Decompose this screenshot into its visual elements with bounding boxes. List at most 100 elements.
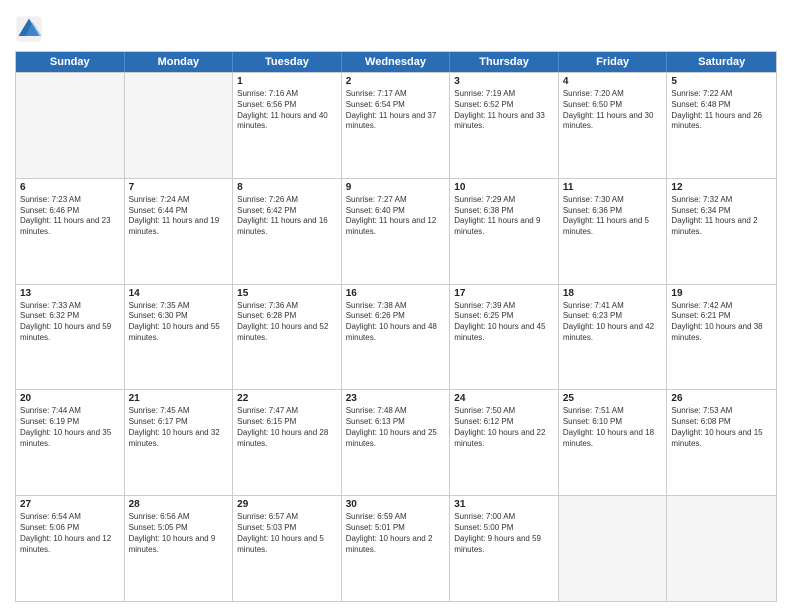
day-number: 30 (346, 499, 446, 510)
weekday-header: Monday (125, 52, 234, 72)
page: SundayMondayTuesdayWednesdayThursdayFrid… (0, 0, 792, 612)
calendar-cell: 25 Sunrise: 7:51 AM Sunset: 6:10 PM Dayli… (559, 390, 668, 495)
day-info: Sunrise: 6:59 AM Sunset: 5:01 PM Dayligh… (346, 512, 446, 555)
day-info: Sunrise: 7:44 AM Sunset: 6:19 PM Dayligh… (20, 406, 120, 449)
weekday-header: Saturday (667, 52, 776, 72)
day-number: 14 (129, 288, 229, 299)
day-number: 5 (671, 76, 772, 87)
day-number: 25 (563, 393, 663, 404)
calendar-cell: 24 Sunrise: 7:50 AM Sunset: 6:12 PM Dayli… (450, 390, 559, 495)
day-info: Sunrise: 7:26 AM Sunset: 6:42 PM Dayligh… (237, 195, 337, 238)
day-number: 28 (129, 499, 229, 510)
day-number: 6 (20, 182, 120, 193)
calendar-cell: 3 Sunrise: 7:19 AM Sunset: 6:52 PM Daylig… (450, 73, 559, 178)
calendar-cell: 19 Sunrise: 7:42 AM Sunset: 6:21 PM Dayli… (667, 285, 776, 390)
day-number: 8 (237, 182, 337, 193)
calendar-cell (559, 496, 668, 601)
day-number: 1 (237, 76, 337, 87)
day-number: 23 (346, 393, 446, 404)
day-info: Sunrise: 7:41 AM Sunset: 6:23 PM Dayligh… (563, 301, 663, 344)
calendar-row: 27Sunrise: 6:54 AM Sunset: 5:06 PM Dayli… (16, 495, 776, 601)
day-info: Sunrise: 7:47 AM Sunset: 6:15 PM Dayligh… (237, 406, 337, 449)
calendar-header: SundayMondayTuesdayWednesdayThursdayFrid… (16, 52, 776, 72)
day-number: 18 (563, 288, 663, 299)
calendar-cell: 15 Sunrise: 7:36 AM Sunset: 6:28 PM Dayli… (233, 285, 342, 390)
day-number: 9 (346, 182, 446, 193)
day-info: Sunrise: 7:27 AM Sunset: 6:40 PM Dayligh… (346, 195, 446, 238)
day-number: 24 (454, 393, 554, 404)
calendar-cell: 22 Sunrise: 7:47 AM Sunset: 6:15 PM Dayli… (233, 390, 342, 495)
day-info: Sunrise: 7:45 AM Sunset: 6:17 PM Dayligh… (129, 406, 229, 449)
day-info: Sunrise: 7:39 AM Sunset: 6:25 PM Dayligh… (454, 301, 554, 344)
day-number: 31 (454, 499, 554, 510)
day-info: Sunrise: 7:51 AM Sunset: 6:10 PM Dayligh… (563, 406, 663, 449)
day-info: Sunrise: 7:38 AM Sunset: 6:26 PM Dayligh… (346, 301, 446, 344)
calendar-cell: 17 Sunrise: 7:39 AM Sunset: 6:25 PM Dayli… (450, 285, 559, 390)
day-info: Sunrise: 7:35 AM Sunset: 6:30 PM Dayligh… (129, 301, 229, 344)
calendar: SundayMondayTuesdayWednesdayThursdayFrid… (15, 51, 777, 602)
calendar-cell: 30 Sunrise: 6:59 AM Sunset: 5:01 PM Dayli… (342, 496, 451, 601)
calendar-cell: 21Sunrise: 7:45 AM Sunset: 6:17 PM Dayli… (125, 390, 234, 495)
calendar-cell: 26Sunrise: 7:53 AM Sunset: 6:08 PM Dayli… (667, 390, 776, 495)
day-info: Sunrise: 7:24 AM Sunset: 6:44 PM Dayligh… (129, 195, 229, 238)
day-number: 2 (346, 76, 446, 87)
calendar-cell: 29 Sunrise: 6:57 AM Sunset: 5:03 PM Dayli… (233, 496, 342, 601)
day-info: Sunrise: 7:33 AM Sunset: 6:32 PM Dayligh… (20, 301, 120, 344)
calendar-cell: 27Sunrise: 6:54 AM Sunset: 5:06 PM Dayli… (16, 496, 125, 601)
day-number: 13 (20, 288, 120, 299)
day-info: Sunrise: 7:50 AM Sunset: 6:12 PM Dayligh… (454, 406, 554, 449)
day-info: Sunrise: 7:16 AM Sunset: 6:56 PM Dayligh… (237, 89, 337, 132)
calendar-cell: 20 Sunrise: 7:44 AM Sunset: 6:19 PM Dayli… (16, 390, 125, 495)
calendar-cell: 8 Sunrise: 7:26 AM Sunset: 6:42 PM Daylig… (233, 179, 342, 284)
day-number: 29 (237, 499, 337, 510)
logo-icon (15, 15, 43, 43)
day-number: 19 (671, 288, 772, 299)
day-info: Sunrise: 7:00 AM Sunset: 5:00 PM Dayligh… (454, 512, 554, 555)
calendar-cell: 9 Sunrise: 7:27 AM Sunset: 6:40 PM Daylig… (342, 179, 451, 284)
calendar-cell: 18 Sunrise: 7:41 AM Sunset: 6:23 PM Dayli… (559, 285, 668, 390)
calendar-cell: 4Sunrise: 7:20 AM Sunset: 6:50 PM Daylig… (559, 73, 668, 178)
weekday-header: Friday (559, 52, 668, 72)
calendar-cell: 12 Sunrise: 7:32 AM Sunset: 6:34 PM Dayli… (667, 179, 776, 284)
day-number: 20 (20, 393, 120, 404)
calendar-cell: 23Sunrise: 7:48 AM Sunset: 6:13 PM Dayli… (342, 390, 451, 495)
calendar-cell: 13 Sunrise: 7:33 AM Sunset: 6:32 PM Dayli… (16, 285, 125, 390)
day-info: Sunrise: 7:22 AM Sunset: 6:48 PM Dayligh… (671, 89, 772, 132)
day-number: 26 (671, 393, 772, 404)
calendar-cell: 31 Sunrise: 7:00 AM Sunset: 5:00 PM Dayli… (450, 496, 559, 601)
day-number: 15 (237, 288, 337, 299)
day-number: 12 (671, 182, 772, 193)
day-info: Sunrise: 7:30 AM Sunset: 6:36 PM Dayligh… (563, 195, 663, 238)
day-info: Sunrise: 7:36 AM Sunset: 6:28 PM Dayligh… (237, 301, 337, 344)
calendar-row: 13 Sunrise: 7:33 AM Sunset: 6:32 PM Dayli… (16, 284, 776, 390)
calendar-cell: 10Sunrise: 7:29 AM Sunset: 6:38 PM Dayli… (450, 179, 559, 284)
weekday-header: Wednesday (342, 52, 451, 72)
day-number: 17 (454, 288, 554, 299)
day-info: Sunrise: 7:42 AM Sunset: 6:21 PM Dayligh… (671, 301, 772, 344)
calendar-cell (667, 496, 776, 601)
day-info: Sunrise: 6:56 AM Sunset: 5:05 PM Dayligh… (129, 512, 229, 555)
calendar-cell: 28 Sunrise: 6:56 AM Sunset: 5:05 PM Dayli… (125, 496, 234, 601)
calendar-body: 1 Sunrise: 7:16 AM Sunset: 6:56 PM Daylig… (16, 72, 776, 601)
day-info: Sunrise: 7:23 AM Sunset: 6:46 PM Dayligh… (20, 195, 120, 238)
calendar-cell (16, 73, 125, 178)
weekday-header: Thursday (450, 52, 559, 72)
calendar-cell: 16 Sunrise: 7:38 AM Sunset: 6:26 PM Dayli… (342, 285, 451, 390)
day-info: Sunrise: 7:19 AM Sunset: 6:52 PM Dayligh… (454, 89, 554, 132)
day-number: 27 (20, 499, 120, 510)
header (15, 10, 777, 43)
day-info: Sunrise: 7:20 AM Sunset: 6:50 PM Dayligh… (563, 89, 663, 132)
day-number: 3 (454, 76, 554, 87)
day-info: Sunrise: 6:57 AM Sunset: 5:03 PM Dayligh… (237, 512, 337, 555)
calendar-row: 1 Sunrise: 7:16 AM Sunset: 6:56 PM Daylig… (16, 72, 776, 178)
day-number: 16 (346, 288, 446, 299)
calendar-cell: 5 Sunrise: 7:22 AM Sunset: 6:48 PM Daylig… (667, 73, 776, 178)
calendar-cell: 7Sunrise: 7:24 AM Sunset: 6:44 PM Daylig… (125, 179, 234, 284)
day-number: 11 (563, 182, 663, 193)
calendar-cell (125, 73, 234, 178)
logo (15, 15, 47, 43)
day-info: Sunrise: 7:32 AM Sunset: 6:34 PM Dayligh… (671, 195, 772, 238)
calendar-cell: 11 Sunrise: 7:30 AM Sunset: 6:36 PM Dayli… (559, 179, 668, 284)
day-number: 22 (237, 393, 337, 404)
calendar-row: 20 Sunrise: 7:44 AM Sunset: 6:19 PM Dayli… (16, 389, 776, 495)
